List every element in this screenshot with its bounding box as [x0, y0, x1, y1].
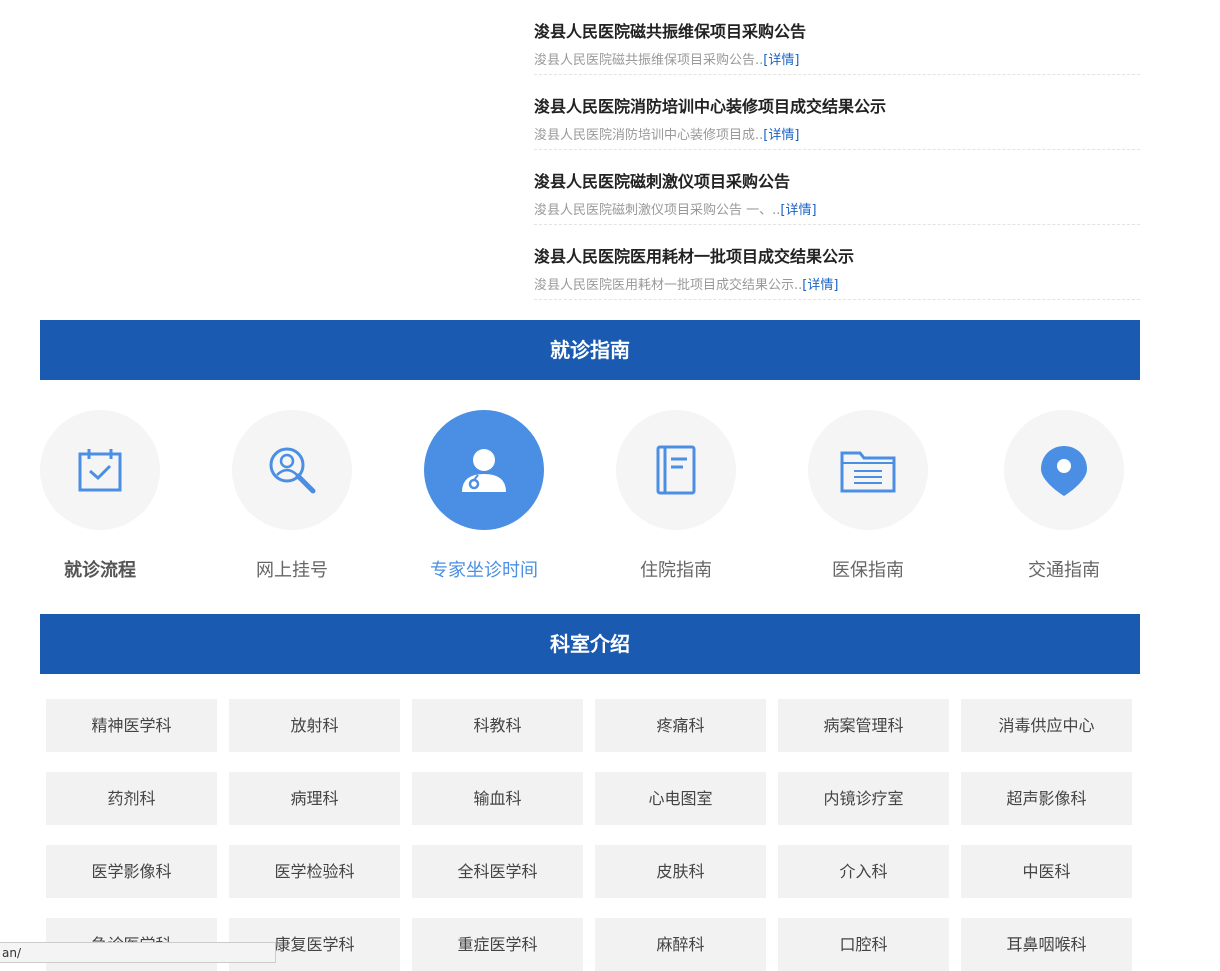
news-desc: 浚县人民医院磁刺激仪项目采购公告 一、..[详情] — [534, 203, 817, 218]
department-item[interactable]: 耳鼻咽喉科 — [961, 918, 1132, 971]
news-title[interactable]: 浚县人民医院磁刺激仪项目采购公告 — [534, 168, 1140, 192]
doctor-icon — [462, 449, 506, 492]
news-title[interactable]: 浚县人民医院磁共振维保项目采购公告 — [534, 18, 1140, 42]
news-desc: 浚县人民医院消防培训中心装修项目成..[详情] — [534, 128, 800, 143]
department-item[interactable]: 全科医学科 — [412, 845, 583, 898]
department-item[interactable]: 消毒供应中心 — [961, 699, 1132, 752]
guide-label[interactable]: 交通指南 — [964, 556, 1164, 582]
guide-circle[interactable] — [232, 410, 352, 530]
department-item[interactable]: 麻醉科 — [595, 918, 766, 971]
department-item[interactable]: 放射科 — [229, 699, 400, 752]
guide-item-registration[interactable]: 网上挂号 — [232, 410, 352, 581]
news-item[interactable]: 浚县人民医院消防培训中心装修项目成交结果公示 浚县人民医院消防培训中心装修项目成… — [534, 75, 1140, 150]
calendar-check-icon — [78, 449, 122, 492]
detail-link[interactable]: [详情] — [763, 53, 799, 68]
guide-circle[interactable] — [808, 410, 928, 530]
browser-status-bar: an/ — [0, 942, 276, 963]
department-item[interactable]: 精神医学科 — [46, 699, 217, 752]
guide-item-insurance[interactable]: 医保指南 — [808, 410, 928, 581]
department-item[interactable]: 医学检验科 — [229, 845, 400, 898]
department-item[interactable]: 介入科 — [778, 845, 949, 898]
guide-item-inpatient[interactable]: 住院指南 — [616, 410, 736, 581]
guide-label[interactable]: 就诊流程 — [0, 556, 200, 582]
department-item[interactable]: 口腔科 — [778, 918, 949, 971]
news-item[interactable]: 浚县人民医院医用耗材一批项目成交结果公示 浚县人民医院医用耗材一批项目成交结果公… — [534, 225, 1140, 300]
department-item[interactable]: 中医科 — [961, 845, 1132, 898]
guide-item-expert-schedule[interactable]: 专家坐诊时间 — [424, 410, 544, 581]
news-desc: 浚县人民医院磁共振维保项目采购公告..[详情] — [534, 53, 800, 68]
department-item[interactable]: 重症医学科 — [412, 918, 583, 971]
news-desc: 浚县人民医院医用耗材一批项目成交结果公示..[详情] — [534, 278, 839, 293]
department-item[interactable]: 病理科 — [229, 772, 400, 825]
department-item[interactable]: 内镜诊疗室 — [778, 772, 949, 825]
detail-link[interactable]: [详情] — [780, 203, 816, 218]
news-title[interactable]: 浚县人民医院消防培训中心装修项目成交结果公示 — [534, 93, 1140, 117]
detail-link[interactable]: [详情] — [763, 128, 799, 143]
department-item[interactable]: 皮肤科 — [595, 845, 766, 898]
guide-nav: 就诊流程 网上挂号 专家坐诊时间 住院指南 医保指南 交通指南 — [40, 410, 1140, 600]
department-item[interactable]: 输血科 — [412, 772, 583, 825]
department-item[interactable]: 病案管理科 — [778, 699, 949, 752]
department-item[interactable]: 超声影像科 — [961, 772, 1132, 825]
book-icon — [656, 445, 696, 495]
guide-label[interactable]: 专家坐诊时间 — [384, 556, 584, 582]
department-item[interactable]: 心电图室 — [595, 772, 766, 825]
dept-section-header: 科室介绍 — [40, 614, 1140, 674]
guide-circle[interactable] — [424, 410, 544, 530]
guide-label[interactable]: 网上挂号 — [192, 556, 392, 582]
guide-item-transport[interactable]: 交通指南 — [1004, 410, 1124, 581]
news-title[interactable]: 浚县人民医院医用耗材一批项目成交结果公示 — [534, 243, 1140, 267]
department-item[interactable]: 药剂科 — [46, 772, 217, 825]
guide-label[interactable]: 医保指南 — [768, 556, 968, 582]
guide-circle[interactable] — [1004, 410, 1124, 530]
news-item[interactable]: 浚县人民医院磁刺激仪项目采购公告 浚县人民医院磁刺激仪项目采购公告 一、..[详… — [534, 150, 1140, 225]
department-item[interactable]: 医学影像科 — [46, 845, 217, 898]
guide-circle[interactable] — [616, 410, 736, 530]
folder-list-icon — [840, 451, 896, 493]
news-item[interactable]: 浚县人民医院磁共振维保项目采购公告 浚县人民医院磁共振维保项目采购公告..[详情… — [534, 0, 1140, 75]
doctor-search-icon — [269, 447, 316, 494]
department-item[interactable]: 疼痛科 — [595, 699, 766, 752]
department-item[interactable]: 科教科 — [412, 699, 583, 752]
news-list: 浚县人民医院磁共振维保项目采购公告 浚县人民医院磁共振维保项目采购公告..[详情… — [534, 0, 1140, 300]
guide-label[interactable]: 住院指南 — [576, 556, 776, 582]
detail-link[interactable]: [详情] — [802, 278, 838, 293]
guide-circle[interactable] — [40, 410, 160, 530]
location-pin-icon — [1041, 446, 1087, 496]
guide-item-process[interactable]: 就诊流程 — [40, 410, 160, 581]
guide-section-header: 就诊指南 — [40, 320, 1140, 380]
